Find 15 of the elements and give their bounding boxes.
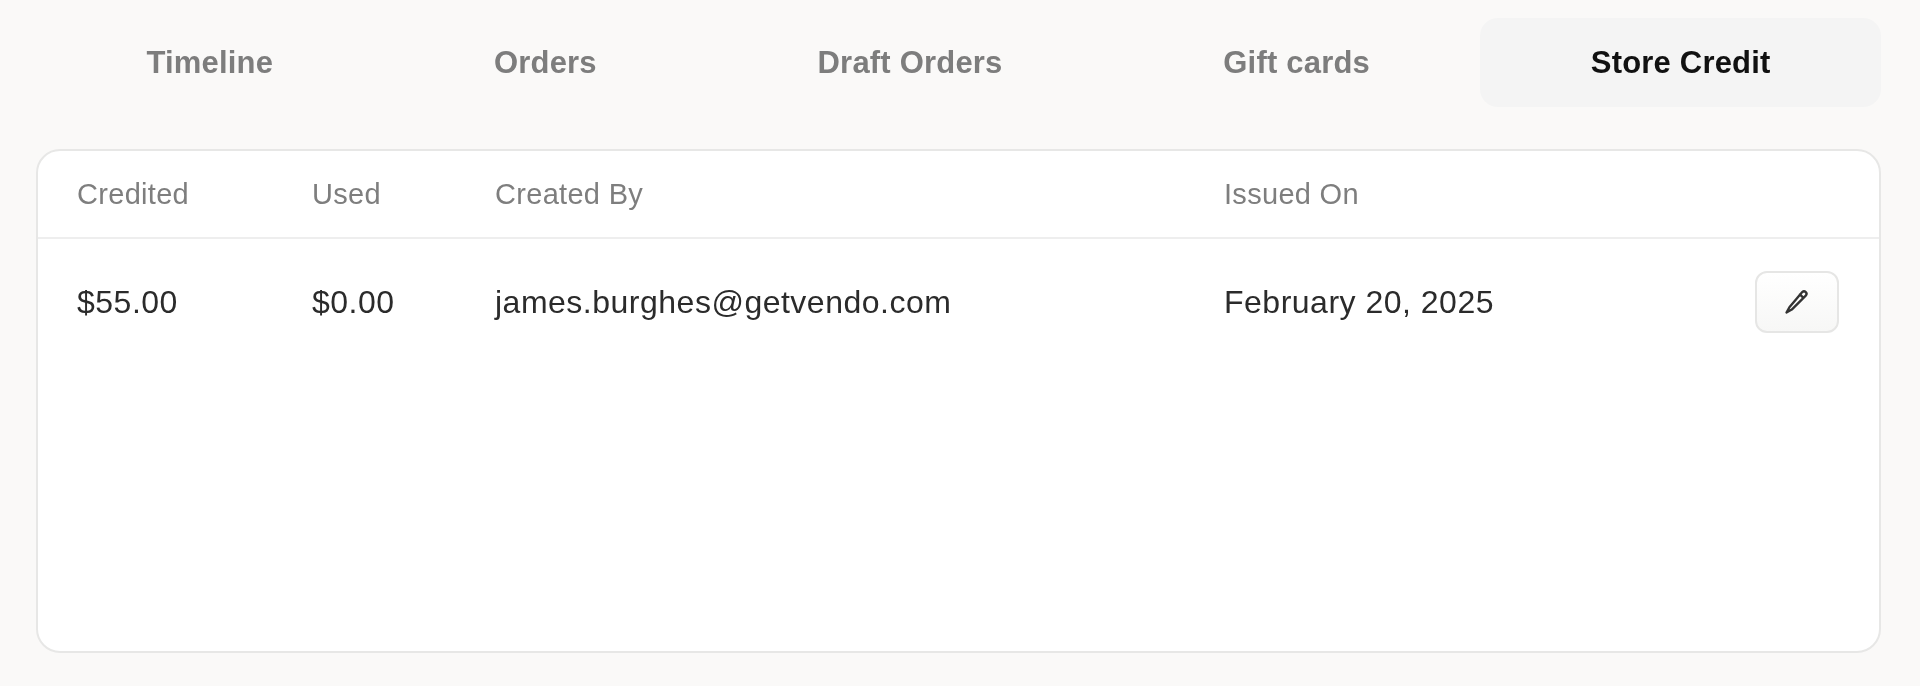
- table-cell: February 20, 2025: [1224, 283, 1494, 321]
- tab[interactable]: Store Credit: [1480, 18, 1881, 107]
- pencil-icon: [1783, 288, 1811, 316]
- column-header: Credited: [77, 177, 189, 211]
- table-cell: james.burghes@getvendo.com: [495, 283, 952, 321]
- tab[interactable]: Draft Orders: [707, 18, 1113, 107]
- column-header: Created By: [495, 177, 644, 211]
- edit-button[interactable]: [1755, 271, 1839, 333]
- tab[interactable]: Gift cards: [1112, 18, 1481, 107]
- table-cell: $0.00: [312, 283, 395, 321]
- column-header: Used: [312, 177, 381, 211]
- tab[interactable]: Timeline: [36, 18, 384, 107]
- table-cell: $55.00: [77, 283, 178, 321]
- tab[interactable]: Orders: [383, 18, 708, 107]
- column-header: Issued On: [1224, 177, 1359, 211]
